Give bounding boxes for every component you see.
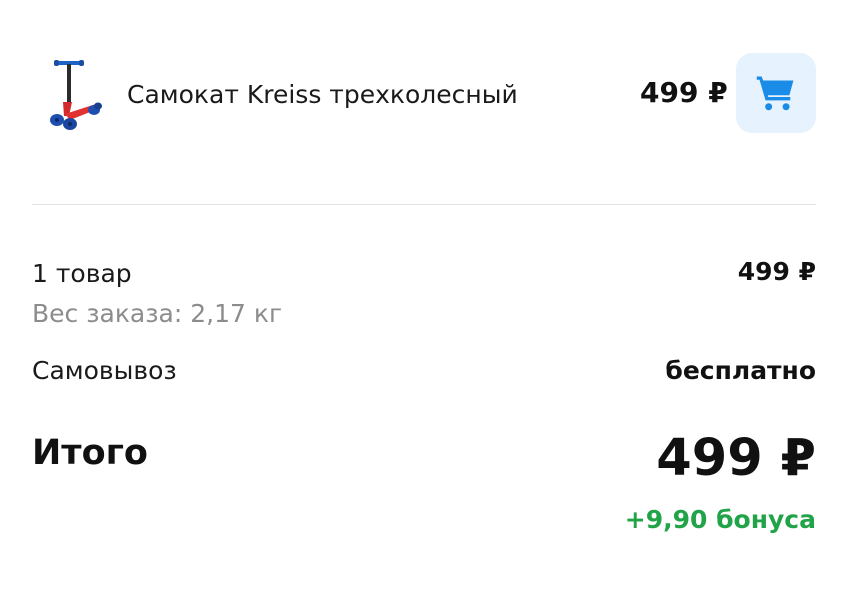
add-to-cart-button[interactable] bbox=[736, 53, 816, 133]
cart-icon bbox=[756, 76, 794, 111]
items-count-label: 1 товар bbox=[32, 259, 132, 288]
scooter-image[interactable] bbox=[32, 54, 112, 134]
bonus-points-label: +9,90 бонуса bbox=[624, 505, 816, 534]
delivery-price-value: бесплатно bbox=[665, 356, 816, 385]
product-title[interactable]: Самокат Kreiss трехколесный bbox=[127, 80, 518, 110]
delivery-method-label: Самовывоз bbox=[32, 356, 177, 385]
divider bbox=[32, 204, 816, 205]
items-total-value: 499 ₽ bbox=[737, 257, 816, 286]
product-price: 499 ₽ bbox=[640, 76, 728, 109]
scooter-icon bbox=[50, 60, 102, 130]
total-value: 499 ₽ bbox=[656, 429, 816, 488]
product-row[interactable]: Самокат Kreiss трехколесный 499 ₽ bbox=[32, 50, 816, 136]
total-label: Итого bbox=[32, 433, 148, 473]
order-weight-label: Вес заказа: 2,17 кг bbox=[32, 299, 283, 328]
